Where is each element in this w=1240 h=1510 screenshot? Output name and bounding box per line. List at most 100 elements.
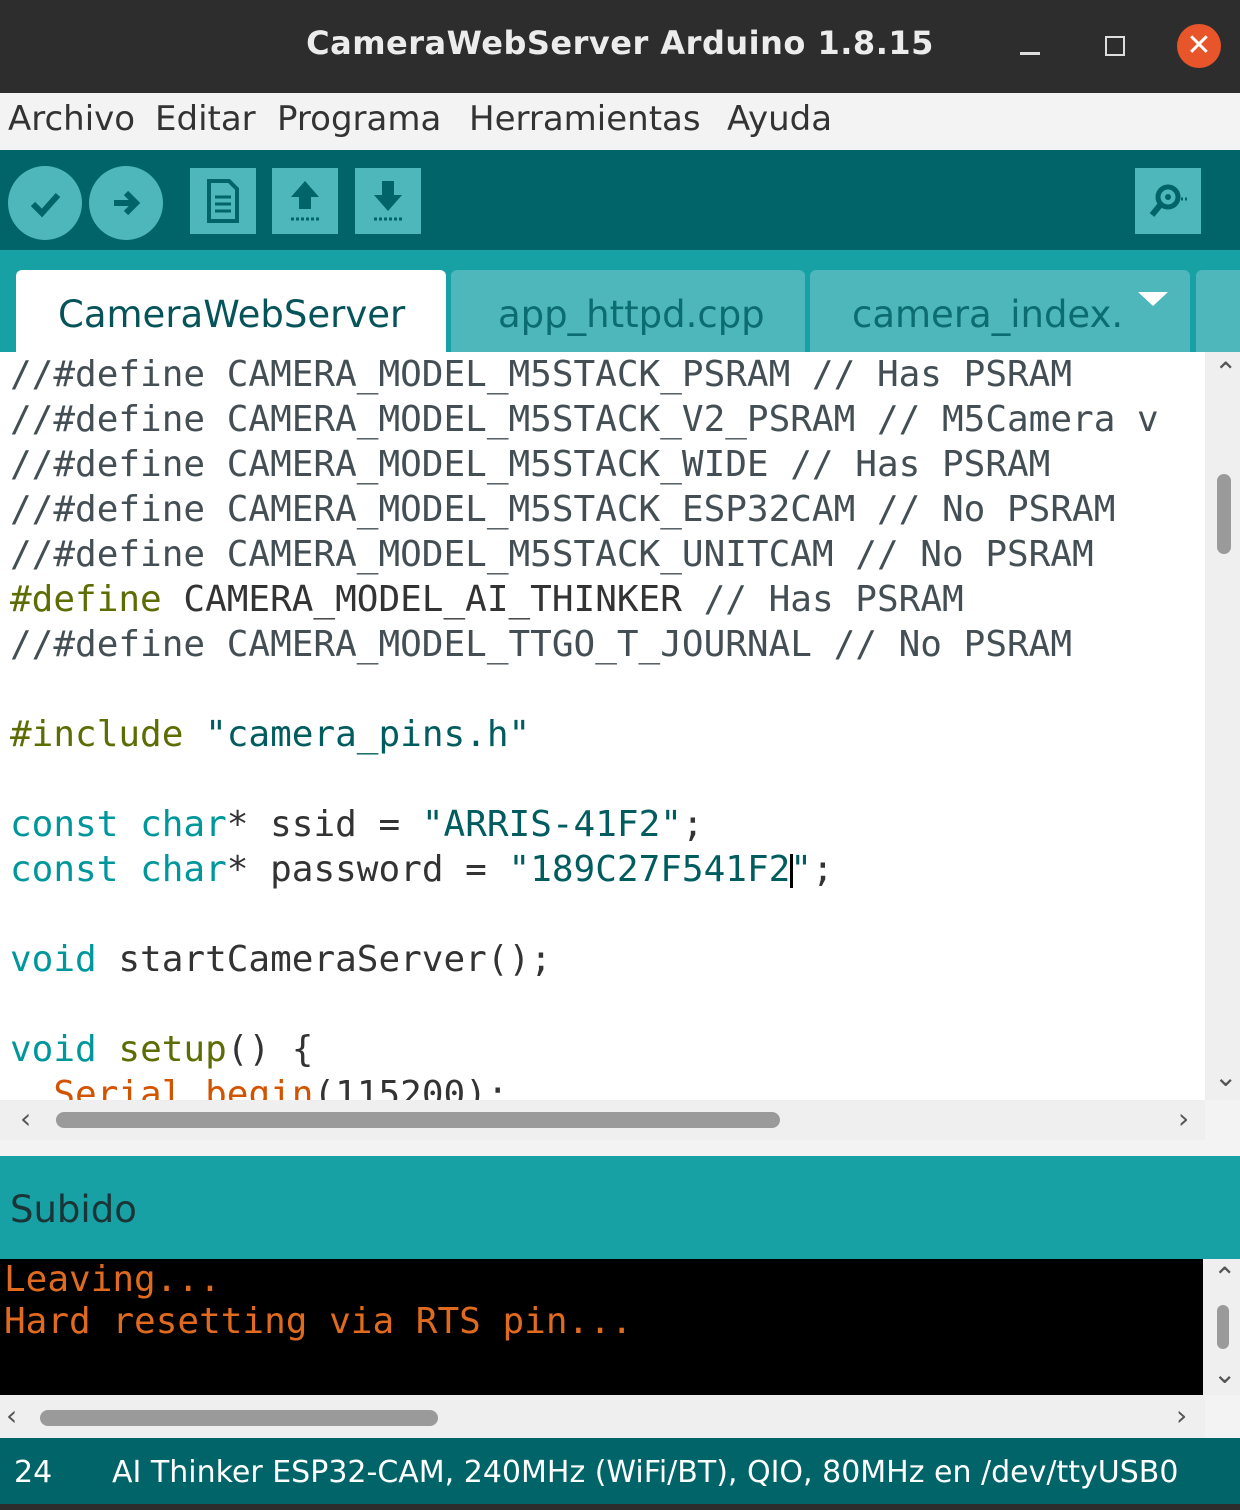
code-line[interactable]: Serial.begin(115200); [10, 1072, 1159, 1100]
scroll-corner [1205, 1100, 1240, 1140]
code-line[interactable]: //#define CAMERA_MODEL_TTGO_T_JOURNAL //… [10, 622, 1159, 667]
arduino-ide-window: CameraWebServer Arduino 1.8.15 ✕ Archivo… [0, 0, 1240, 1510]
console-horizontal-scrollbar[interactable]: ‹ › [0, 1395, 1205, 1438]
menu-editar[interactable]: Editar [155, 99, 256, 139]
code-token: begin [205, 1074, 314, 1100]
maximize-button[interactable] [1094, 26, 1134, 66]
menu-programa[interactable]: Programa [277, 99, 441, 139]
scroll-right-icon[interactable]: › [1178, 1102, 1189, 1135]
code-token: "ARRIS-41F2" [421, 804, 682, 845]
menu-herramientas[interactable]: Herramientas [469, 99, 701, 139]
serial-monitor-button[interactable] [1135, 168, 1201, 234]
code-token: ; [811, 849, 834, 890]
open-button[interactable] [272, 168, 338, 234]
console-vertical-scroll-thumb[interactable] [1217, 1305, 1229, 1349]
new-button[interactable] [190, 168, 256, 234]
code-token: * password = [226, 849, 509, 890]
status-message: Subido [10, 1188, 137, 1231]
code-token: Serial [53, 1074, 184, 1100]
menu-ayuda[interactable]: Ayuda [727, 99, 832, 139]
code-editor[interactable]: //#define CAMERA_MODEL_M5STACK_PSRAM // … [0, 352, 1205, 1100]
console-output[interactable]: Leaving... Hard resetting via RTS pin... [0, 1259, 1203, 1395]
tab-label: camera_index. [852, 293, 1124, 336]
code-token: //#define CAMERA_MODEL_M5STACK_ESP32CAM … [10, 489, 1116, 530]
code-token: char [140, 849, 227, 890]
code-token: " [790, 849, 812, 890]
console-horizontal-scroll-thumb[interactable] [40, 1410, 438, 1426]
code-token: (115200); [313, 1074, 509, 1100]
code-token: () { [226, 1029, 314, 1070]
code-line[interactable] [10, 892, 1159, 937]
code-lines: //#define CAMERA_MODEL_M5STACK_PSRAM // … [10, 352, 1159, 1100]
code-line[interactable]: //#define CAMERA_MODEL_M5STACK_PSRAM // … [10, 352, 1159, 397]
close-button[interactable]: ✕ [1177, 24, 1221, 68]
code-token: setup [118, 1029, 227, 1070]
code-line[interactable]: void setup() { [10, 1027, 1159, 1072]
menu-archivo[interactable]: Archivo [8, 99, 135, 139]
code-token: "189C27F541F2 [508, 849, 791, 890]
code-token: . [183, 1074, 206, 1100]
console-vertical-scrollbar[interactable]: ⌃ ⌄ [1203, 1259, 1240, 1395]
code-token: void [10, 939, 97, 980]
code-token: //#define CAMERA_MODEL_M5STACK_V2_PSRAM … [10, 399, 1159, 440]
minimize-button[interactable] [1010, 26, 1050, 66]
toolbar [0, 150, 1240, 250]
scroll-left-icon[interactable]: ‹ [6, 1399, 17, 1432]
code-token: * ssid = [226, 804, 422, 845]
scroll-down-icon[interactable]: ⌄ [1213, 1357, 1236, 1390]
code-token: //#define CAMERA_MODEL_M5STACK_WIDE // H… [10, 444, 1051, 485]
scroll-up-icon[interactable]: ⌃ [1214, 356, 1237, 389]
code-token: startCameraServer(); [96, 939, 552, 980]
footer-bar: 24 AI Thinker ESP32-CAM, 240MHz (WiFi/BT… [0, 1438, 1240, 1504]
title-bar: CameraWebServer Arduino 1.8.15 ✕ [0, 0, 1240, 93]
tab-camerawebserver[interactable]: CameraWebServer [16, 270, 446, 352]
code-token: const [10, 804, 119, 845]
scroll-right-icon[interactable]: › [1176, 1399, 1187, 1432]
code-line[interactable]: //#define CAMERA_MODEL_M5STACK_UNITCAM /… [10, 532, 1159, 577]
code-token: #define [10, 579, 162, 620]
code-token: "camera_pins.h" [205, 714, 531, 755]
code-token: void [10, 1029, 97, 1070]
editor-horizontal-scrollbar[interactable]: ‹ › [0, 1100, 1205, 1140]
code-line[interactable] [10, 667, 1159, 712]
verify-button[interactable] [8, 166, 82, 240]
code-line[interactable]: const char* ssid = "ARRIS-41F2"; [10, 802, 1159, 847]
menu-bar: Archivo Editar Programa Herramientas Ayu… [0, 93, 1240, 151]
code-line[interactable] [10, 982, 1159, 1027]
tab-menu-arrow-icon[interactable] [1138, 292, 1168, 306]
editor-horizontal-scroll-thumb[interactable] [56, 1112, 780, 1128]
console-line: Hard resetting via RTS pin... [4, 1301, 633, 1342]
code-line[interactable]: #define CAMERA_MODEL_AI_THINKER // Has P… [10, 577, 1159, 622]
scroll-left-icon[interactable]: ‹ [20, 1102, 31, 1135]
console-line: Leaving... [4, 1259, 221, 1300]
code-line[interactable]: #include "camera_pins.h" [10, 712, 1159, 757]
code-token: #include [10, 714, 184, 755]
verify-icon [30, 193, 61, 218]
tab-app-httpd[interactable]: app_httpd.cpp [451, 270, 805, 352]
tab-overflow[interactable] [1196, 270, 1240, 352]
window-title: CameraWebServer Arduino 1.8.15 [306, 24, 934, 62]
scroll-down-icon[interactable]: ⌄ [1214, 1060, 1237, 1093]
open-icon [291, 181, 319, 221]
code-line[interactable]: //#define CAMERA_MODEL_M5STACK_WIDE // H… [10, 442, 1159, 487]
code-line[interactable]: //#define CAMERA_MODEL_M5STACK_V2_PSRAM … [10, 397, 1159, 442]
tab-label: CameraWebServer [58, 293, 406, 336]
upload-button[interactable] [89, 166, 163, 240]
scroll-up-icon[interactable]: ⌃ [1213, 1261, 1236, 1294]
editor-vertical-scrollbar[interactable]: ⌃ ⌄ [1205, 352, 1240, 1100]
code-line[interactable]: //#define CAMERA_MODEL_M5STACK_ESP32CAM … [10, 487, 1159, 532]
tab-camera-index[interactable]: camera_index. [810, 270, 1190, 352]
save-button[interactable] [355, 168, 421, 234]
editor-vertical-scroll-thumb[interactable] [1217, 474, 1231, 554]
save-icon [374, 181, 402, 221]
code-token: //#define CAMERA_MODEL_M5STACK_PSRAM // … [10, 354, 1073, 395]
code-token: //#define CAMERA_MODEL_TTGO_T_JOURNAL //… [10, 624, 1073, 665]
tab-bar: CameraWebServer app_httpd.cpp camera_ind… [0, 250, 1240, 352]
code-line[interactable]: void startCameraServer(); [10, 937, 1159, 982]
code-line[interactable]: const char* password = "189C27F541F2"; [10, 847, 1159, 892]
code-line[interactable] [10, 757, 1159, 802]
upload-icon [114, 190, 141, 216]
